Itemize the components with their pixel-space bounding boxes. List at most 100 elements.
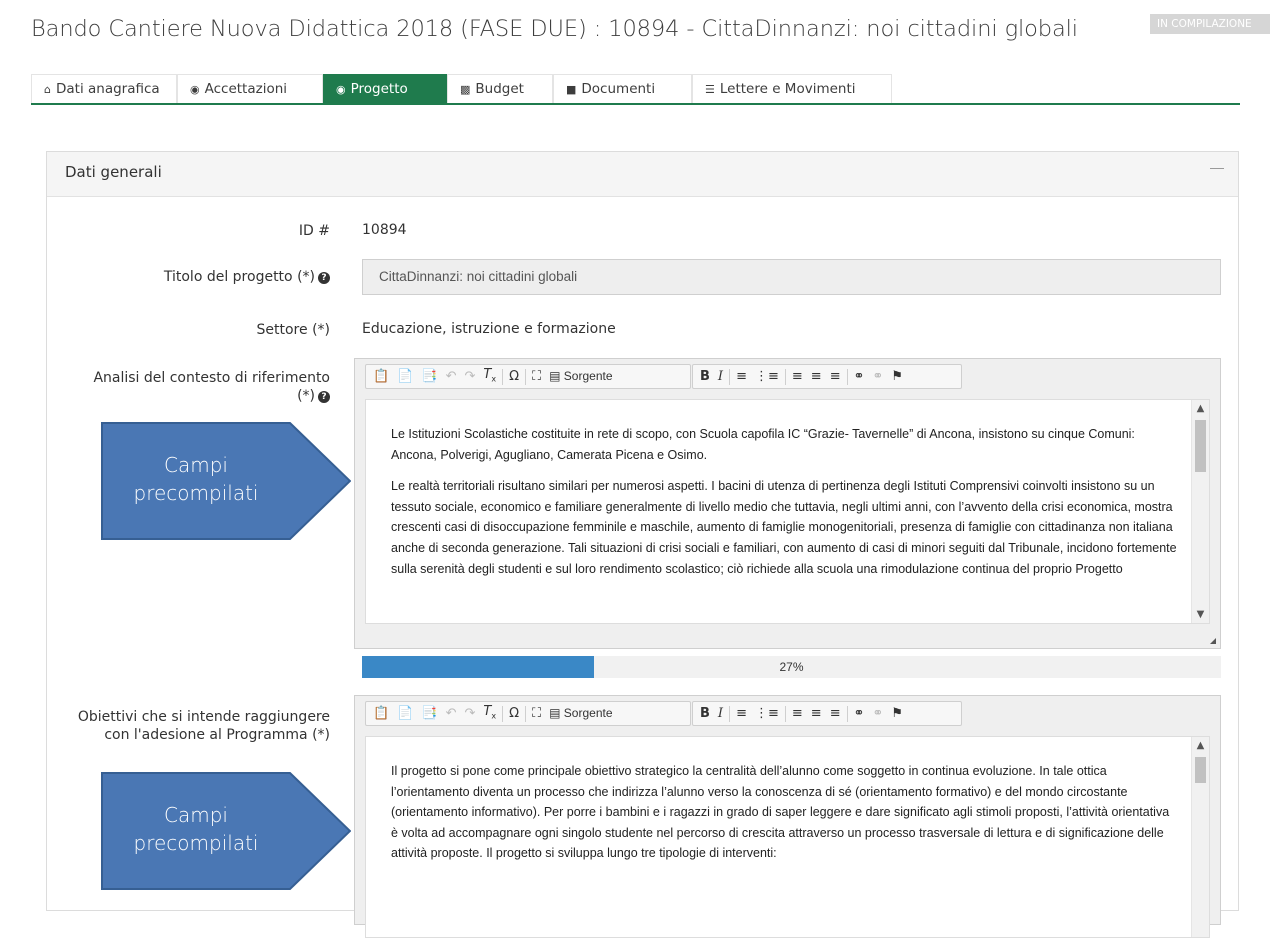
- obiettivi-label: Obiettivi che si intende raggiungere con…: [40, 708, 330, 744]
- scroll-down-icon[interactable]: ▼: [1192, 606, 1209, 623]
- tab-label: Progetto: [350, 81, 408, 97]
- titolo-input: CittaDinnanzi: noi cittadini globali: [362, 259, 1221, 295]
- link-icon[interactable]: ⚭: [850, 702, 869, 725]
- callout-arrow: Campi precompilati: [101, 772, 351, 890]
- link-icon[interactable]: ⚭: [850, 365, 869, 388]
- scroll-up-icon[interactable]: ▲: [1192, 737, 1209, 754]
- toolbar-separator: [846, 705, 848, 722]
- resize-handle[interactable]: [1210, 638, 1216, 644]
- bold-button[interactable]: B: [696, 365, 714, 388]
- redo-icon[interactable]: ↷: [460, 365, 479, 388]
- toolbar-separator: [502, 705, 504, 722]
- eye-icon: ◉: [190, 83, 200, 96]
- paragraph: Il progetto si pone come principale obie…: [391, 764, 1170, 861]
- align-right-icon[interactable]: ≡: [826, 365, 845, 388]
- toolbar-separator: [729, 705, 731, 722]
- undo-icon[interactable]: ↶: [442, 702, 461, 725]
- editor-toolbar: 📋 📄 📑 ↶ ↷ Tx Ω ⛶ ▤ Sorgente B I ≡ ⋮≡ ≡ ≡…: [355, 359, 1220, 396]
- italic-button[interactable]: I: [714, 702, 727, 725]
- toolbar-group-edit: 📋 📄 📑 ↶ ↷ Tx Ω ⛶ ▤ Sorgente: [365, 701, 691, 726]
- paste-icon[interactable]: 📋: [369, 702, 393, 725]
- callout-line2: precompilati: [133, 831, 259, 855]
- file-icon: ■: [566, 83, 577, 96]
- bulleted-list-icon[interactable]: ⋮≡: [751, 365, 783, 388]
- callout-text: Campi precompilati: [101, 451, 291, 507]
- scroll-thumb[interactable]: [1195, 757, 1206, 783]
- analisi-editor-content[interactable]: Le Istituzioni Scolastiche costituite in…: [365, 399, 1210, 624]
- tab-lettere-movimenti[interactable]: ☰ Lettere e Movimenti: [692, 74, 892, 103]
- paragraph: Le realtà territoriali risultano similar…: [391, 479, 1177, 576]
- tab-label: Dati anagrafica: [55, 81, 160, 97]
- tab-label: Accettazioni: [204, 81, 288, 97]
- panel-title: Dati generali: [65, 163, 162, 181]
- editor-toolbar: 📋 📄 📑 ↶ ↷ Tx Ω ⛶ ▤ Sorgente B I ≡ ⋮≡ ≡ ≡…: [355, 696, 1220, 733]
- toolbar-separator: [525, 705, 526, 722]
- numbered-list-icon[interactable]: ≡: [732, 365, 751, 388]
- analisi-text: Le Istituzioni Scolastiche costituite in…: [366, 400, 1209, 579]
- align-center-icon[interactable]: ≡: [807, 365, 826, 388]
- special-char-icon[interactable]: Ω: [505, 702, 523, 725]
- unlink-icon[interactable]: ⚭: [869, 702, 888, 725]
- toolbar-separator: [502, 368, 504, 385]
- paste-text-icon[interactable]: 📄: [393, 365, 417, 388]
- page-title: Bando Cantiere Nuova Didattica 2018 (FAS…: [31, 16, 1078, 42]
- help-icon[interactable]: ?: [318, 391, 330, 403]
- progress-label: 27%: [779, 660, 804, 674]
- id-label: ID #: [298, 223, 330, 239]
- paste-icon[interactable]: 📋: [369, 365, 393, 388]
- undo-icon[interactable]: ↶: [442, 365, 461, 388]
- maximize-icon[interactable]: ⛶: [528, 702, 545, 725]
- tab-budget[interactable]: ▩ Budget: [447, 74, 553, 103]
- redo-icon[interactable]: ↷: [460, 702, 479, 725]
- analisi-label-line1: Analisi del contesto di riferimento: [93, 370, 330, 386]
- maximize-icon[interactable]: ⛶: [528, 365, 545, 388]
- tab-bar: ⌂ Dati anagrafica ◉ Accettazioni ◉ Progetto…: [31, 74, 1240, 105]
- analisi-required-mark: (*): [297, 388, 315, 404]
- paragraph: Le Istituzioni Scolastiche costituite in…: [391, 427, 1135, 462]
- obiettivi-text: Il progetto si pone come principale obie…: [366, 737, 1209, 864]
- paste-word-icon[interactable]: 📑: [417, 365, 441, 388]
- titolo-label-text: Titolo del progetto (*): [163, 269, 315, 285]
- bulleted-list-icon[interactable]: ⋮≡: [751, 702, 783, 725]
- align-right-icon[interactable]: ≡: [826, 702, 845, 725]
- source-icon: ▤: [549, 369, 561, 383]
- anchor-flag-icon[interactable]: ⚑: [887, 365, 907, 388]
- remove-format-icon[interactable]: Tx: [479, 700, 500, 728]
- toolbar-group-format: B I ≡ ⋮≡ ≡ ≡ ≡ ⚭ ⚭ ⚑: [692, 364, 962, 389]
- anchor-flag-icon[interactable]: ⚑: [887, 702, 907, 725]
- tab-label: Documenti: [581, 81, 656, 97]
- tab-dati-anagrafica[interactable]: ⌂ Dati anagrafica: [31, 74, 177, 103]
- obiettivi-editor: 📋 📄 📑 ↶ ↷ Tx Ω ⛶ ▤ Sorgente B I ≡ ⋮≡ ≡ ≡…: [354, 695, 1221, 938]
- paste-text-icon[interactable]: 📄: [393, 702, 417, 725]
- tab-documenti[interactable]: ■ Documenti: [553, 74, 692, 103]
- toolbar-separator: [784, 705, 786, 722]
- numbered-list-icon[interactable]: ≡: [732, 702, 751, 725]
- paste-word-icon[interactable]: 📑: [417, 702, 441, 725]
- money-icon: ▩: [460, 83, 471, 96]
- tab-accettazioni[interactable]: ◉ Accettazioni: [177, 74, 323, 103]
- align-left-icon[interactable]: ≡: [788, 365, 807, 388]
- special-char-icon[interactable]: Ω: [505, 365, 523, 388]
- help-icon[interactable]: ?: [318, 272, 330, 284]
- progress-bar: 27%: [362, 656, 1221, 678]
- callout-arrow: Campi precompilati: [101, 422, 351, 540]
- toolbar-separator: [729, 368, 731, 385]
- tab-progetto[interactable]: ◉ Progetto: [323, 74, 447, 103]
- callout-text: Campi precompilati: [101, 801, 291, 857]
- unlink-icon[interactable]: ⚭: [869, 365, 888, 388]
- scroll-thumb[interactable]: [1195, 420, 1206, 472]
- minus-icon[interactable]: [1210, 168, 1224, 169]
- obiettivi-editor-content[interactable]: Il progetto si pone come principale obie…: [365, 736, 1210, 938]
- source-button[interactable]: ▤ Sorgente: [545, 365, 616, 388]
- toolbar-separator: [846, 368, 848, 385]
- bold-button[interactable]: B: [696, 702, 714, 725]
- scrollbar[interactable]: ▲: [1191, 737, 1209, 937]
- align-center-icon[interactable]: ≡: [807, 702, 826, 725]
- source-button[interactable]: ▤ Sorgente: [545, 702, 616, 725]
- remove-format-icon[interactable]: Tx: [479, 363, 500, 391]
- align-left-icon[interactable]: ≡: [788, 702, 807, 725]
- scroll-up-icon[interactable]: ▲: [1192, 400, 1209, 417]
- italic-button[interactable]: I: [714, 365, 727, 388]
- scrollbar[interactable]: ▲ ▼: [1191, 400, 1209, 623]
- panel-header[interactable]: Dati generali: [47, 152, 1238, 197]
